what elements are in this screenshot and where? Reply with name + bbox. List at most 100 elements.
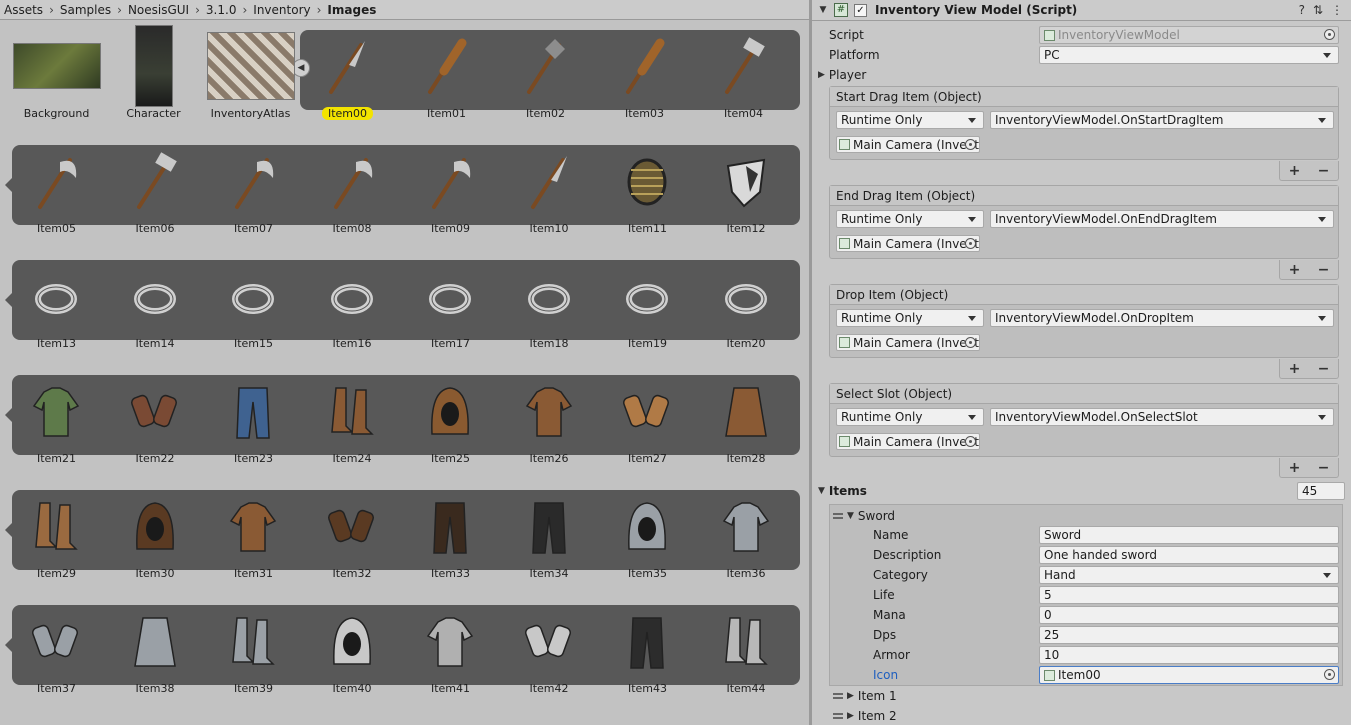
- object-picker-icon[interactable]: [965, 337, 976, 348]
- event-target-field[interactable]: Main Camera (Invent: [836, 235, 980, 252]
- sprite-item[interactable]: Item09: [402, 136, 499, 236]
- sprite-item[interactable]: Item37: [8, 596, 105, 696]
- foldout-arrow-icon[interactable]: ▼: [847, 511, 854, 521]
- breadcrumb-item[interactable]: 3.1.0: [206, 3, 237, 17]
- component-header[interactable]: ▼ # ✓ Inventory View Model (Script) ? ⇅ …: [812, 0, 1351, 21]
- foldout-arrow-icon[interactable]: ▶: [818, 70, 825, 80]
- sprite-item[interactable]: Item26: [501, 366, 598, 466]
- remove-listener-button[interactable]: −: [1318, 262, 1330, 278]
- sprite-item[interactable]: Item22: [107, 366, 204, 466]
- sprite-item[interactable]: Item40: [304, 596, 401, 696]
- sword-icon-input[interactable]: Item00: [1039, 666, 1339, 684]
- sprite-item[interactable]: Item20: [698, 251, 795, 351]
- sprite-item[interactable]: Item25: [402, 366, 499, 466]
- item-element-header[interactable]: ▶ Item 2: [833, 706, 897, 725]
- drag-handle-icon[interactable]: [833, 713, 843, 719]
- event-target-field[interactable]: Main Camera (Invent: [836, 136, 980, 153]
- collapse-arrow-icon[interactable]: ▼: [816, 5, 830, 15]
- sprite-item[interactable]: Item00: [299, 21, 396, 121]
- event-target-field[interactable]: Main Camera (Invent: [836, 433, 980, 450]
- event-mode-dropdown[interactable]: Runtime Only: [836, 408, 984, 426]
- sprite-item[interactable]: Item30: [107, 481, 204, 581]
- add-listener-button[interactable]: +: [1289, 163, 1301, 179]
- sprite-item[interactable]: Item17: [402, 251, 499, 351]
- object-picker-icon[interactable]: [965, 139, 976, 150]
- drag-handle-icon[interactable]: [833, 513, 843, 519]
- sprite-item[interactable]: Item18: [501, 251, 598, 351]
- sprite-item[interactable]: Item05: [8, 136, 105, 236]
- sprite-item[interactable]: Item27: [599, 366, 696, 466]
- sprite-item[interactable]: Item04: [695, 21, 792, 121]
- sprite-item[interactable]: Item08: [304, 136, 401, 236]
- sprite-item[interactable]: Item01: [398, 21, 495, 121]
- preset-icon[interactable]: ⇅: [1313, 3, 1323, 17]
- platform-dropdown[interactable]: PC: [1039, 46, 1339, 64]
- sprite-item[interactable]: Item39: [205, 596, 302, 696]
- sprite-item[interactable]: Item34: [501, 481, 598, 581]
- sword-mana-input[interactable]: 0: [1039, 606, 1339, 624]
- breadcrumb-item[interactable]: Samples: [60, 3, 111, 17]
- add-listener-button[interactable]: +: [1289, 262, 1301, 278]
- icon-object-picker-icon[interactable]: [1324, 669, 1335, 680]
- sprite-item[interactable]: Item24: [304, 366, 401, 466]
- sprite-item[interactable]: Item12: [698, 136, 795, 236]
- items-foldout[interactable]: ▼ Items: [818, 482, 867, 500]
- items-count-field[interactable]: 45: [1297, 482, 1345, 500]
- sprite-item[interactable]: Item43: [599, 596, 696, 696]
- sprite-item[interactable]: Item44: [698, 596, 795, 696]
- sprite-item[interactable]: Item23: [205, 366, 302, 466]
- breadcrumb-item[interactable]: Images: [327, 3, 376, 17]
- remove-listener-button[interactable]: −: [1318, 163, 1330, 179]
- sprite-item[interactable]: Item14: [107, 251, 204, 351]
- event-function-dropdown[interactable]: InventoryViewModel.OnDropItem: [990, 309, 1334, 327]
- event-function-dropdown[interactable]: InventoryViewModel.OnEndDragItem: [990, 210, 1334, 228]
- sword-description-input[interactable]: One handed sword: [1039, 546, 1339, 564]
- sprite-item[interactable]: Item29: [8, 481, 105, 581]
- sprite-item[interactable]: Item10: [501, 136, 598, 236]
- sprite-item[interactable]: Item38: [107, 596, 204, 696]
- sprite-item[interactable]: Item35: [599, 481, 696, 581]
- sprite-item[interactable]: Item31: [205, 481, 302, 581]
- sprite-item[interactable]: Item11: [599, 136, 696, 236]
- item-element-header[interactable]: ▶ Item 1: [833, 686, 897, 706]
- remove-listener-button[interactable]: −: [1318, 361, 1330, 377]
- add-listener-button[interactable]: +: [1289, 361, 1301, 377]
- sword-armor-input[interactable]: 10: [1039, 646, 1339, 664]
- sprite-item[interactable]: Item28: [698, 366, 795, 466]
- sprite-item[interactable]: Item15: [205, 251, 302, 351]
- sword-name-input[interactable]: Sword: [1039, 526, 1339, 544]
- sprite-item[interactable]: Item19: [599, 251, 696, 351]
- drag-handle-icon[interactable]: [833, 693, 843, 699]
- event-mode-dropdown[interactable]: Runtime Only: [836, 309, 984, 327]
- help-icon[interactable]: ?: [1299, 3, 1305, 17]
- more-menu-icon[interactable]: ⋮: [1331, 3, 1343, 17]
- add-listener-button[interactable]: +: [1289, 460, 1301, 476]
- sprite-item[interactable]: Item36: [698, 481, 795, 581]
- asset-cell[interactable]: Character: [105, 21, 202, 121]
- sprite-item[interactable]: Item33: [402, 481, 499, 581]
- sprite-item[interactable]: Item42: [501, 596, 598, 696]
- event-function-dropdown[interactable]: InventoryViewModel.OnSelectSlot: [990, 408, 1334, 426]
- foldout-arrow-icon[interactable]: ▶: [847, 691, 854, 701]
- sprite-item[interactable]: Item02: [497, 21, 594, 121]
- breadcrumb-item[interactable]: Inventory: [253, 3, 310, 17]
- sword-element-header[interactable]: ▼ Sword: [833, 506, 895, 526]
- sprite-item[interactable]: Item16: [304, 251, 401, 351]
- sword-dps-input[interactable]: 25: [1039, 626, 1339, 644]
- breadcrumb-item[interactable]: NoesisGUI: [128, 3, 189, 17]
- event-target-field[interactable]: Main Camera (Invent: [836, 334, 980, 351]
- foldout-arrow-icon[interactable]: ▶: [847, 711, 854, 721]
- sprite-item[interactable]: Item07: [205, 136, 302, 236]
- sprite-item[interactable]: Item21: [8, 366, 105, 466]
- sword-life-input[interactable]: 5: [1039, 586, 1339, 604]
- breadcrumb-item[interactable]: Assets: [4, 3, 43, 17]
- sprite-item[interactable]: Item13: [8, 251, 105, 351]
- player-foldout[interactable]: ▶ Player: [818, 66, 866, 84]
- event-mode-dropdown[interactable]: Runtime Only: [836, 111, 984, 129]
- object-picker-icon[interactable]: [965, 238, 976, 249]
- sword-category-input[interactable]: Hand: [1039, 566, 1339, 584]
- sprite-item[interactable]: Item03: [596, 21, 693, 121]
- sprite-item[interactable]: Item32: [304, 481, 401, 581]
- event-function-dropdown[interactable]: InventoryViewModel.OnStartDragItem: [990, 111, 1334, 129]
- component-enabled-checkbox[interactable]: ✓: [854, 3, 867, 17]
